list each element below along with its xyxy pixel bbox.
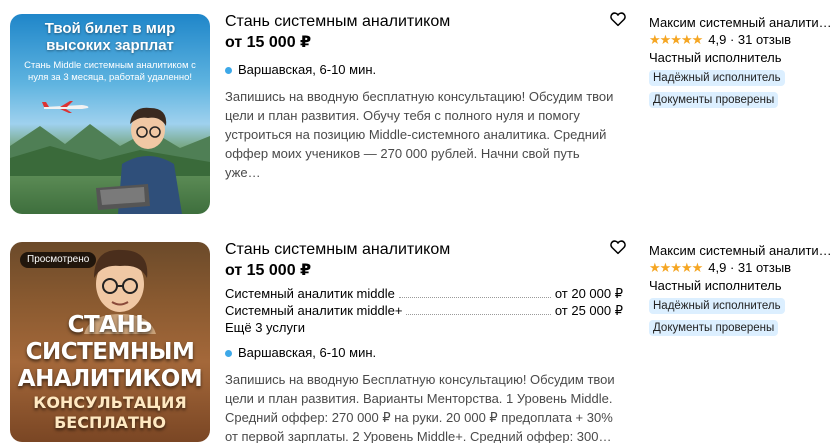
metro-location: Варшавская, 6-10 мин.: [225, 344, 625, 362]
seller-panel: Максим системный аналити… ★★★★★ 4,9 · 31…: [649, 242, 832, 336]
airplane-illustration: [42, 101, 89, 113]
metro-location: Варшавская, 6-10 мин.: [225, 61, 625, 79]
listing-main: Стань системным аналитиком от 15 000 ₽ С…: [225, 240, 625, 443]
dotted-leader: [406, 314, 551, 315]
metro-text: Варшавская, 6-10 мин.: [238, 62, 377, 77]
listing-main: Стань системным аналитиком от 15 000 ₽ В…: [225, 12, 625, 182]
five-star-rating-icon: ★★★★★: [649, 260, 703, 275]
seller-panel: Максим системный аналити… ★★★★★ 4,9 · 31…: [649, 14, 832, 108]
seller-rating[interactable]: ★★★★★ 4,9 · 31 отзыв: [649, 259, 832, 276]
reliable-badge: Надёжный исполнитель: [649, 70, 785, 86]
photo-line: КОНСУЛЬТАЦИЯ: [33, 393, 187, 412]
listing-card[interactable]: Просмотрено СТАНЬ СИСТЕМНЫМ АНАЛИТИКОМ К…: [0, 228, 832, 443]
metro-dot-icon: [225, 66, 232, 74]
rating-text: 4,9 · 31 отзыв: [708, 260, 792, 275]
person-with-laptop-illustration: [96, 107, 182, 214]
seller-name[interactable]: Максим системный аналити…: [649, 14, 832, 31]
listing-title[interactable]: Стань системным аналитиком: [225, 240, 625, 260]
heart-outline-icon[interactable]: [609, 238, 627, 256]
listing-card[interactable]: Твой билет в мир высоких зарплат Стань M…: [0, 0, 832, 228]
dotted-leader: [398, 297, 551, 298]
photo-headline: СТАНЬ СИСТЕМНЫМ АНАЛИТИКОМ КОНСУЛЬТАЦИЯ …: [14, 312, 206, 433]
listing-photo[interactable]: Просмотрено СТАНЬ СИСТЕМНЫМ АНАЛИТИКОМ К…: [10, 242, 210, 442]
seller-type: Частный исполнитель: [649, 50, 782, 65]
services-list: Системный аналитик middle от 20 000 ₽ Си…: [225, 285, 623, 336]
viewed-badge: Просмотрено: [20, 252, 97, 268]
photo-line: СИСТЕМНЫМ: [25, 339, 195, 365]
reliable-badge: Надёжный исполнитель: [649, 298, 785, 314]
listing-title[interactable]: Стань системным аналитиком: [225, 12, 625, 32]
five-star-rating-icon: ★★★★★: [649, 32, 703, 47]
seller-name[interactable]: Максим системный аналити…: [649, 242, 832, 259]
photo-line: АНАЛИТИКОМ: [17, 366, 203, 392]
heart-outline-icon[interactable]: [609, 10, 627, 28]
service-price: от 25 000 ₽: [554, 303, 623, 318]
service-price: от 20 000 ₽: [554, 286, 623, 301]
metro-text: Варшавская, 6-10 мин.: [238, 345, 377, 360]
listing-description: Запишись на вводную бесплатную консульта…: [225, 89, 614, 180]
listing-photo[interactable]: Твой билет в мир высоких зарплат Стань M…: [10, 14, 210, 214]
service-name: Системный аналитик middle+: [225, 303, 403, 318]
seller-type: Частный исполнитель: [649, 278, 782, 293]
service-row: Системный аналитик middle+ от 25 000 ₽: [225, 302, 623, 319]
listing-description: Запишись на вводную Бесплатную консульта…: [225, 372, 615, 443]
documents-badge: Документы проверены: [649, 92, 779, 108]
photo-headline: Твой билет в мир высоких зарплат: [44, 20, 176, 54]
documents-badge: Документы проверены: [649, 320, 779, 336]
more-services-link[interactable]: Ещё 3 услуги: [225, 319, 623, 336]
photo-line: СТАНЬ: [67, 312, 153, 338]
rating-text: 4,9 · 31 отзыв: [708, 32, 792, 47]
service-name: Системный аналитик middle: [225, 286, 395, 301]
seller-rating[interactable]: ★★★★★ 4,9 · 31 отзыв: [649, 31, 832, 48]
photo-subtext: Стань Middle системным аналитиком с нуля…: [24, 60, 196, 83]
listing-price: от 15 000 ₽: [225, 34, 312, 51]
listing-price: от 15 000 ₽: [225, 262, 312, 279]
service-row: Системный аналитик middle от 20 000 ₽: [225, 285, 623, 302]
photo-line: БЕСПЛАТНО: [54, 413, 166, 432]
metro-dot-icon: [225, 349, 232, 357]
